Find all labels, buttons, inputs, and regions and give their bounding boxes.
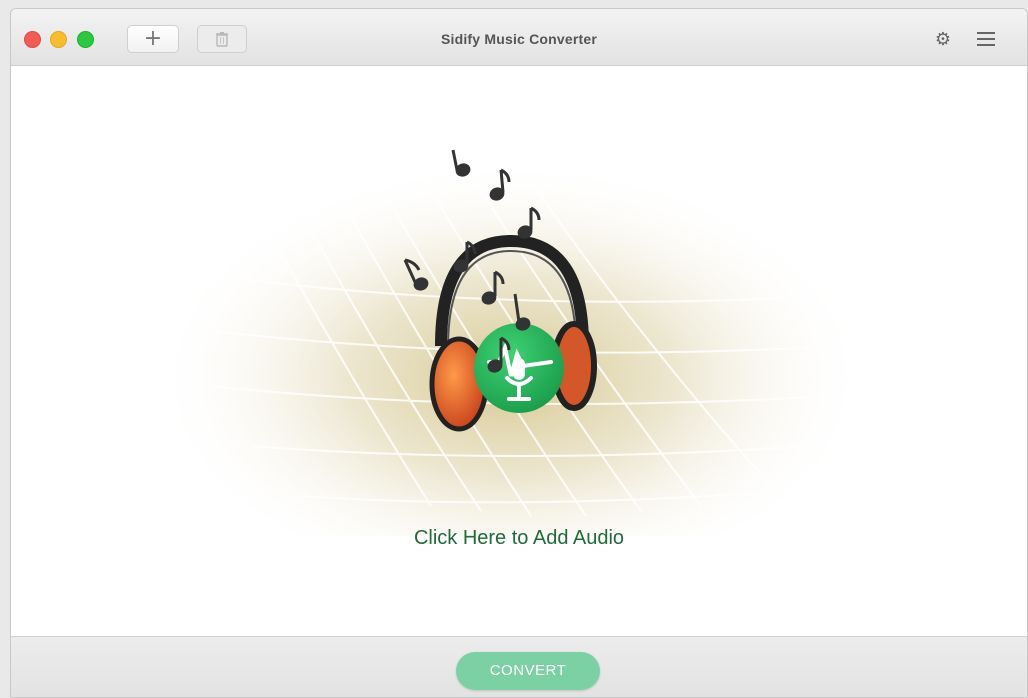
hamburger-menu-icon (977, 32, 995, 34)
app-window: + Sidify Music Converter ⚙ Click Here to… (10, 8, 1028, 698)
footer-bar: CONVERT (11, 636, 1027, 697)
add-audio-link[interactable]: Click Here to Add Audio (11, 527, 1027, 550)
settings-button[interactable]: ⚙ (932, 28, 954, 50)
gear-icon: ⚙ (934, 28, 952, 50)
menu-line (977, 44, 995, 46)
main-content: Click Here to Add Audio (11, 66, 1027, 636)
window-title: Sidify Music Converter (440, 31, 598, 47)
add-audio-drop-area[interactable] (11, 66, 1028, 536)
title-bar: + Sidify Music Converter ⚙ (11, 9, 1027, 66)
menu-line (977, 38, 995, 40)
convert-button[interactable]: CONVERT (456, 652, 600, 690)
menu-button[interactable] (977, 30, 997, 48)
